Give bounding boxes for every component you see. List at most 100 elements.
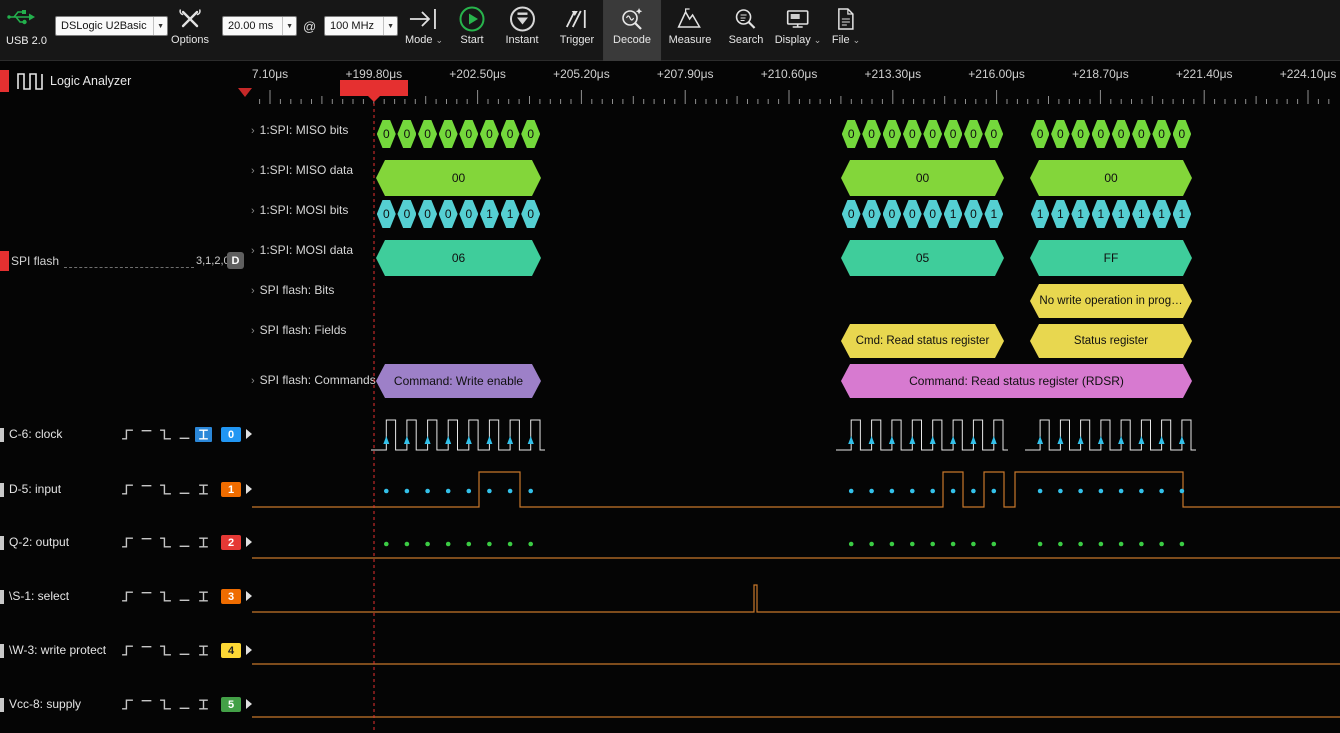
input-sample-dot	[1159, 489, 1164, 494]
miso-bit-bubble: 0	[903, 120, 922, 148]
mosi-bit-bubble: 0	[459, 200, 478, 228]
channel-number-badge[interactable]: 3	[221, 589, 241, 604]
channel-number-badge[interactable]: 1	[221, 482, 241, 497]
trigger-fall-icon[interactable]	[157, 535, 174, 550]
row-collapse-icon[interactable]: ›	[251, 125, 255, 137]
decode-icon	[618, 3, 646, 34]
channel-handle-icon[interactable]	[246, 591, 257, 601]
decoder-row-spi-flash[interactable]: SPI flash 3,1,2,0 D	[0, 251, 250, 273]
trigger-high-icon[interactable]	[138, 482, 155, 497]
channel-number-badge[interactable]: 4	[221, 643, 241, 658]
trigger-fall-icon[interactable]	[157, 589, 174, 604]
trigger-edge-icon[interactable]	[195, 482, 212, 497]
trigger-high-icon[interactable]	[138, 697, 155, 712]
start-button[interactable]: Start	[458, 3, 486, 46]
rising-edge-arrow-icon	[1057, 436, 1063, 444]
input-waveform	[252, 472, 1340, 507]
trigger-fall-icon[interactable]	[157, 427, 174, 442]
search-icon	[733, 3, 759, 34]
trigger-fall-icon[interactable]	[157, 697, 174, 712]
miso-bit-bubble: 0	[480, 120, 499, 148]
device-select[interactable]: DSLogic U2Basic ▼	[55, 16, 168, 36]
trigger-flag[interactable]	[340, 80, 408, 96]
trigger-low-icon[interactable]	[176, 643, 193, 658]
trigger-rise-icon[interactable]	[119, 643, 136, 658]
trigger-fall-icon[interactable]	[157, 482, 174, 497]
trigger-low-icon[interactable]	[176, 589, 193, 604]
trigger-low-icon[interactable]	[176, 535, 193, 550]
miso-bit-bubble: 0	[1071, 120, 1090, 148]
row-collapse-icon[interactable]: ›	[251, 165, 255, 177]
channel-handle-icon[interactable]	[246, 429, 257, 439]
mosi-bit-bubble: 1	[1173, 200, 1192, 228]
input-sample-dot	[446, 489, 451, 494]
mosi-bit-bubble: 1	[1051, 200, 1070, 228]
trigger-low-icon[interactable]	[176, 482, 193, 497]
row-collapse-icon[interactable]: ›	[251, 325, 255, 337]
channel-handle-icon[interactable]	[246, 537, 257, 547]
input-sample-dot	[487, 489, 492, 494]
options-button[interactable]: Options	[171, 3, 209, 46]
row-collapse-icon[interactable]: ›	[251, 375, 255, 387]
trigger-high-icon[interactable]	[138, 535, 155, 550]
search-button[interactable]: Search	[729, 3, 764, 46]
trigger-fall-icon[interactable]	[157, 643, 174, 658]
trigger-high-icon[interactable]	[138, 643, 155, 658]
decode-row-label-text: SPI flash: Fields	[260, 323, 347, 337]
channel-handle-icon[interactable]	[246, 484, 257, 494]
samplerate-select[interactable]: 100 MHz ▼	[324, 16, 398, 36]
measure-button[interactable]: Measure	[669, 3, 712, 46]
trigger-rise-icon[interactable]	[119, 535, 136, 550]
chevron-down-icon: ▼	[383, 17, 394, 35]
trigger-edge-icon[interactable]	[195, 535, 212, 550]
rising-edge-arrow-icon	[1098, 436, 1104, 444]
trigger-high-icon[interactable]	[138, 589, 155, 604]
channel-number-badge[interactable]: 2	[221, 535, 241, 550]
trigger-rise-icon[interactable]	[119, 482, 136, 497]
rising-edge-arrow-icon	[1037, 436, 1043, 444]
channel-number-badge[interactable]: 5	[221, 697, 241, 712]
input-sample-dot	[992, 489, 997, 494]
row-collapse-icon[interactable]: ›	[251, 245, 255, 257]
channel-handle-icon[interactable]	[246, 699, 257, 709]
mode-button[interactable]: Mode⌄	[405, 3, 443, 46]
trigger-high-icon[interactable]	[138, 427, 155, 442]
trigger-edge-icon[interactable]	[195, 589, 212, 604]
channel-handle-icon[interactable]	[246, 645, 257, 655]
input-sample-dot	[467, 489, 472, 494]
trigger-button[interactable]: Trigger	[560, 3, 594, 46]
trigger-edge-icon[interactable]	[195, 697, 212, 712]
channel-label: \S-1: select	[9, 589, 69, 603]
trigger-edge-icon[interactable]	[195, 427, 212, 442]
miso-bit-bubble: 0	[923, 120, 942, 148]
trigger-low-icon[interactable]	[176, 427, 193, 442]
instant-button[interactable]: Instant	[505, 3, 538, 46]
mosi-bit-bubble: 1	[1152, 200, 1171, 228]
row-collapse-icon[interactable]: ›	[251, 205, 255, 217]
trigger-rise-icon[interactable]	[119, 697, 136, 712]
device-select-value: DSLogic U2Basic	[61, 20, 148, 32]
trigger-label: Trigger	[560, 34, 594, 46]
decode-row-label-text: 1:SPI: MOSI data	[260, 243, 353, 257]
trigger-rise-icon[interactable]	[119, 427, 136, 442]
input-sample-dot	[849, 489, 854, 494]
bits-annotation-bubble: No write operation in prog…	[1030, 284, 1192, 318]
file-button[interactable]: File⌄	[832, 3, 860, 46]
trigger-rise-icon[interactable]	[119, 589, 136, 604]
decoder-badge[interactable]: D	[227, 252, 244, 269]
duration-select[interactable]: 20.00 ms ▼	[222, 16, 297, 36]
device-color-bar	[0, 70, 9, 92]
channel-color-bar	[0, 644, 4, 658]
mosi-bit-bubble: 0	[842, 200, 861, 228]
channel-number-badge[interactable]: 0	[221, 427, 241, 442]
trigger-edge-icon[interactable]	[195, 643, 212, 658]
device-tab-logic-analyzer[interactable]: Logic Analyzer	[0, 70, 250, 94]
decode-button[interactable]: Decode	[603, 0, 661, 61]
channel-row: Q-2: output2	[0, 532, 252, 554]
row-collapse-icon[interactable]: ›	[251, 285, 255, 297]
trigger-low-icon[interactable]	[176, 697, 193, 712]
channel-color-bar	[0, 536, 4, 550]
output-sample-dot	[508, 542, 513, 547]
display-button[interactable]: Display⌄	[775, 3, 822, 46]
ruler-time-label: +210.60μs	[761, 67, 818, 81]
